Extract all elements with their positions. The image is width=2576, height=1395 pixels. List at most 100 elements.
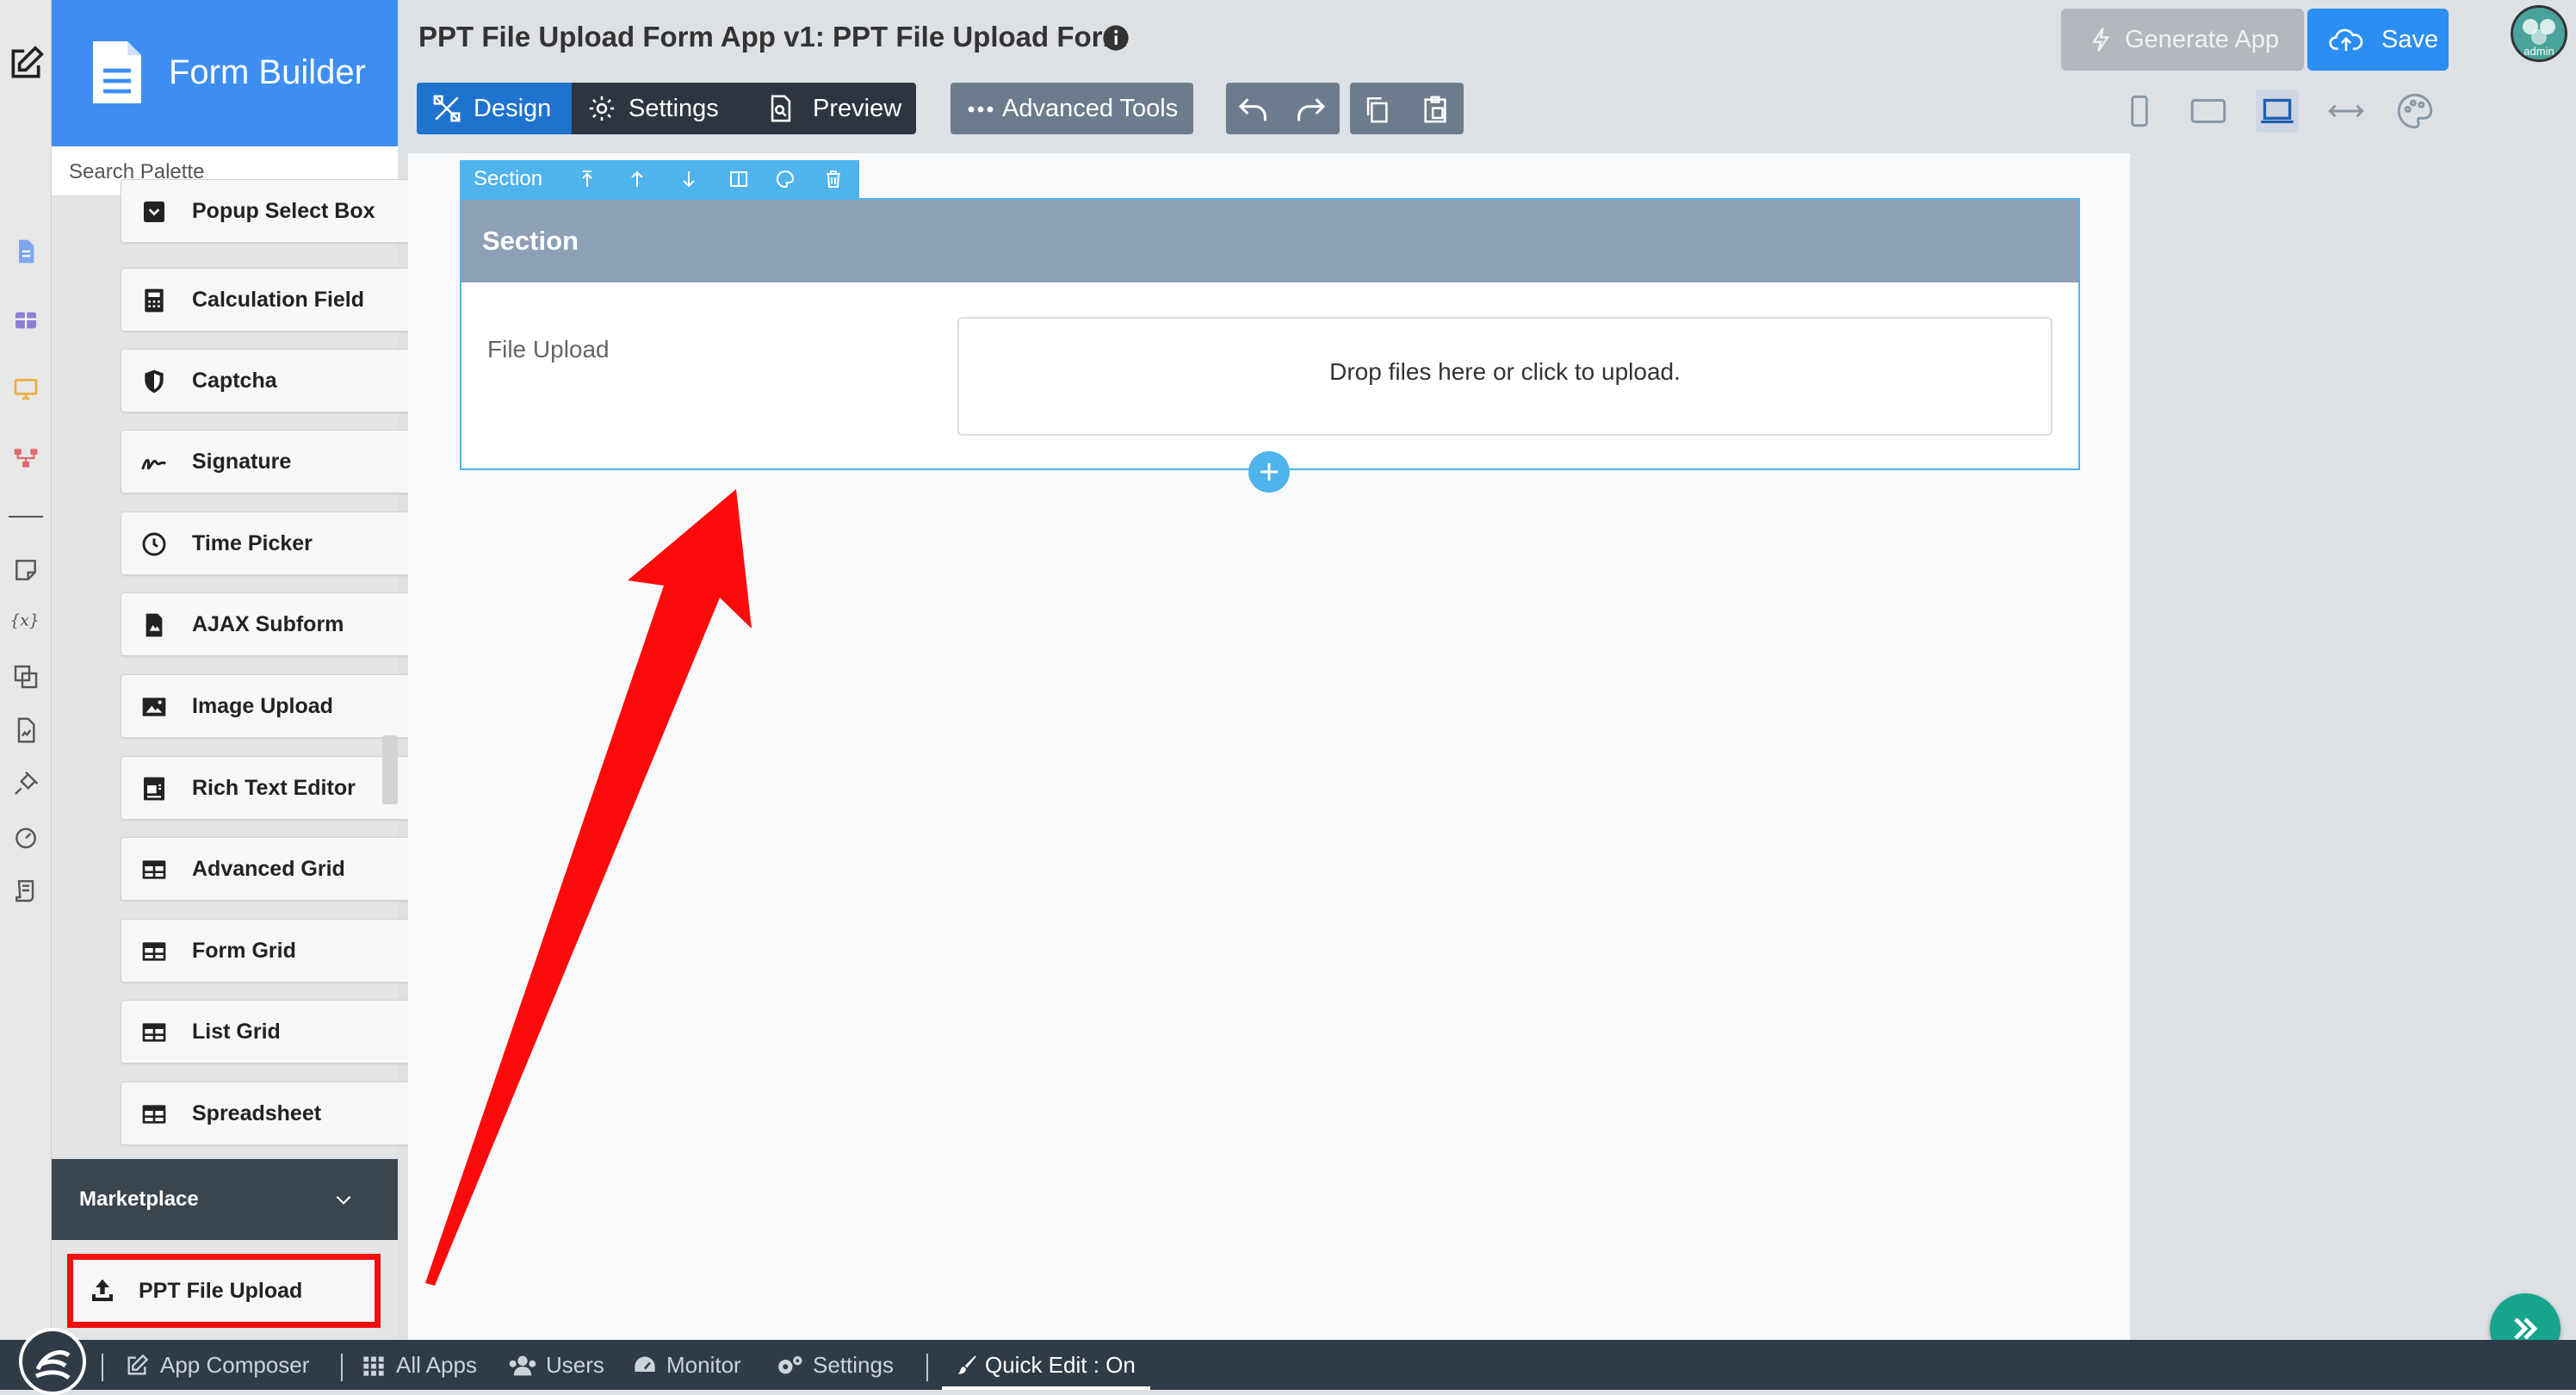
apps-grid-icon — [363, 1356, 384, 1376]
popup-select-icon — [144, 202, 164, 222]
palette-item-ppt-file-upload[interactable]: PPT File Upload — [67, 1254, 381, 1328]
rich-text-icon — [144, 777, 164, 801]
palette-item-spreadsheet[interactable]: Spreadsheet — [121, 1082, 430, 1145]
palette-item-signature[interactable]: Signature — [121, 430, 430, 493]
nav-label: Users — [546, 1352, 604, 1378]
marketplace-label: Marketplace — [79, 1187, 199, 1211]
subform-icon — [146, 613, 163, 637]
tab-label: Design — [474, 95, 552, 122]
cloud-upload-icon — [2329, 28, 2363, 52]
tab-settings[interactable]: Settings — [572, 83, 749, 134]
clock-icon — [142, 532, 166, 556]
nav-divider — [102, 1354, 103, 1381]
full-width-icon[interactable] — [2325, 90, 2368, 133]
palette-item-advanced-grid[interactable]: Advanced Grid — [121, 837, 430, 901]
gear-icon — [589, 96, 615, 121]
nav-label: Monitor — [666, 1352, 741, 1378]
move-down-icon[interactable] — [678, 169, 699, 189]
palette-item-captcha[interactable]: Captcha — [121, 349, 430, 412]
nav-label: All Apps — [396, 1352, 477, 1378]
phone-view-icon[interactable] — [2118, 90, 2161, 133]
palette-item-calculation-field[interactable]: Calculation Field — [121, 268, 430, 332]
palette-item-label: Advanced Grid — [192, 857, 345, 881]
marketplace-header[interactable]: Marketplace — [52, 1159, 398, 1240]
trash-icon[interactable] — [823, 169, 844, 189]
tab-design[interactable]: Design — [417, 83, 572, 134]
form-section[interactable]: Section File Upload Drop files here or c… — [460, 198, 2080, 470]
move-top-icon[interactable] — [577, 169, 598, 189]
save-button[interactable]: Save — [2307, 9, 2449, 71]
tab-preview[interactable]: Preview — [749, 83, 916, 134]
form-builder-header: Form Builder — [52, 0, 398, 146]
palette-item-image-upload[interactable]: Image Upload — [121, 674, 430, 738]
users-icon — [509, 1355, 536, 1376]
table-icon[interactable] — [12, 307, 40, 334]
save-label: Save — [2381, 26, 2439, 53]
section-toolbar-label: Section — [474, 167, 543, 190]
signature-icon — [141, 459, 166, 470]
advanced-tools-button[interactable]: Advanced Tools — [951, 83, 1193, 134]
top-toolbar: PPT File Upload Form App v1: PPT File Up… — [398, 0, 2576, 146]
grid-icon — [142, 1023, 166, 1042]
platform-logo[interactable] — [19, 1328, 86, 1395]
palette-item-label: Spreadsheet — [192, 1101, 322, 1125]
section-header: Section — [461, 200, 2078, 282]
tablet-view-icon[interactable] — [2187, 90, 2230, 133]
paste-icon[interactable] — [1421, 95, 1450, 124]
palette-item-ajax-subform[interactable]: AJAX Subform — [121, 592, 430, 656]
add-field-button[interactable] — [1248, 451, 1290, 493]
undo-icon[interactable] — [1236, 95, 1271, 124]
script-icon[interactable] — [12, 877, 40, 904]
nav-divider — [341, 1354, 343, 1381]
edit-icon[interactable] — [7, 45, 45, 83]
palette-item-label: Calculation Field — [192, 288, 365, 312]
variable-icon[interactable]: {x} — [9, 606, 43, 634]
note-icon[interactable] — [12, 556, 40, 584]
svg-text:{x}: {x} — [9, 612, 39, 630]
form-title: PPT File Upload Form App v1: PPT File Up… — [418, 21, 1128, 53]
workflow-icon[interactable] — [12, 444, 40, 472]
plugin-icon[interactable] — [12, 770, 40, 797]
report-icon[interactable] — [12, 716, 40, 744]
info-icon[interactable] — [1102, 24, 1130, 52]
copy-icon[interactable] — [1362, 95, 1391, 124]
palette-theme-icon[interactable] — [2393, 90, 2437, 133]
document-icon[interactable] — [12, 238, 40, 265]
palette-item-time-picker[interactable]: Time Picker — [121, 512, 430, 575]
bottom-nav-bar: App Composer All Apps Users Monitor Sett… — [0, 1328, 2576, 1395]
nav-label: Settings — [813, 1352, 894, 1378]
move-up-icon[interactable] — [627, 169, 647, 189]
palette-item-popup-select-box[interactable]: Popup Select Box — [121, 179, 430, 243]
design-icon — [433, 95, 461, 122]
rail-divider — [9, 516, 43, 518]
logo-icon — [35, 1350, 71, 1380]
lightning-icon — [2091, 28, 2110, 52]
calculator-icon — [145, 288, 164, 313]
section-title: Section — [482, 226, 579, 256]
redo-icon[interactable] — [1293, 95, 1328, 124]
generate-app-button[interactable]: Generate App — [2061, 9, 2304, 71]
columns-icon[interactable] — [728, 169, 749, 189]
marketplace-list: PPT File Upload — [52, 1240, 398, 1340]
palette-item-list-grid[interactable]: List Grid — [121, 1000, 430, 1063]
style-palette-icon[interactable] — [775, 169, 796, 189]
edit-icon — [127, 1354, 149, 1375]
dropzone-text: Drop files here or click to upload. — [1329, 358, 1681, 385]
gauge-icon[interactable] — [12, 823, 40, 851]
palette-item-label: Captcha — [192, 369, 277, 393]
nav-label: App Composer — [160, 1352, 310, 1378]
file-dropzone[interactable]: Drop files here or click to upload. — [957, 317, 2053, 436]
quick-edit-toggle[interactable]: Quick Edit : On — [942, 1340, 1150, 1390]
palette-collapse-handle[interactable] — [382, 735, 398, 804]
avatar[interactable]: admin — [2511, 5, 2567, 62]
monitor-icon[interactable] — [12, 375, 40, 403]
palette-item-label: Image Upload — [192, 694, 333, 718]
laptop-view-icon[interactable] — [2256, 90, 2299, 133]
more-dots-icon — [968, 106, 994, 113]
mode-tabs: Design Settings Preview — [417, 83, 916, 134]
translate-icon[interactable] — [12, 663, 40, 691]
avatar-label: admin — [2523, 45, 2554, 58]
chevron-down-icon — [336, 1195, 351, 1205]
palette-panel: Popup Select Box Calculation Field Captc… — [52, 179, 430, 1157]
palette-item-form-grid[interactable]: Form Grid — [121, 919, 430, 983]
